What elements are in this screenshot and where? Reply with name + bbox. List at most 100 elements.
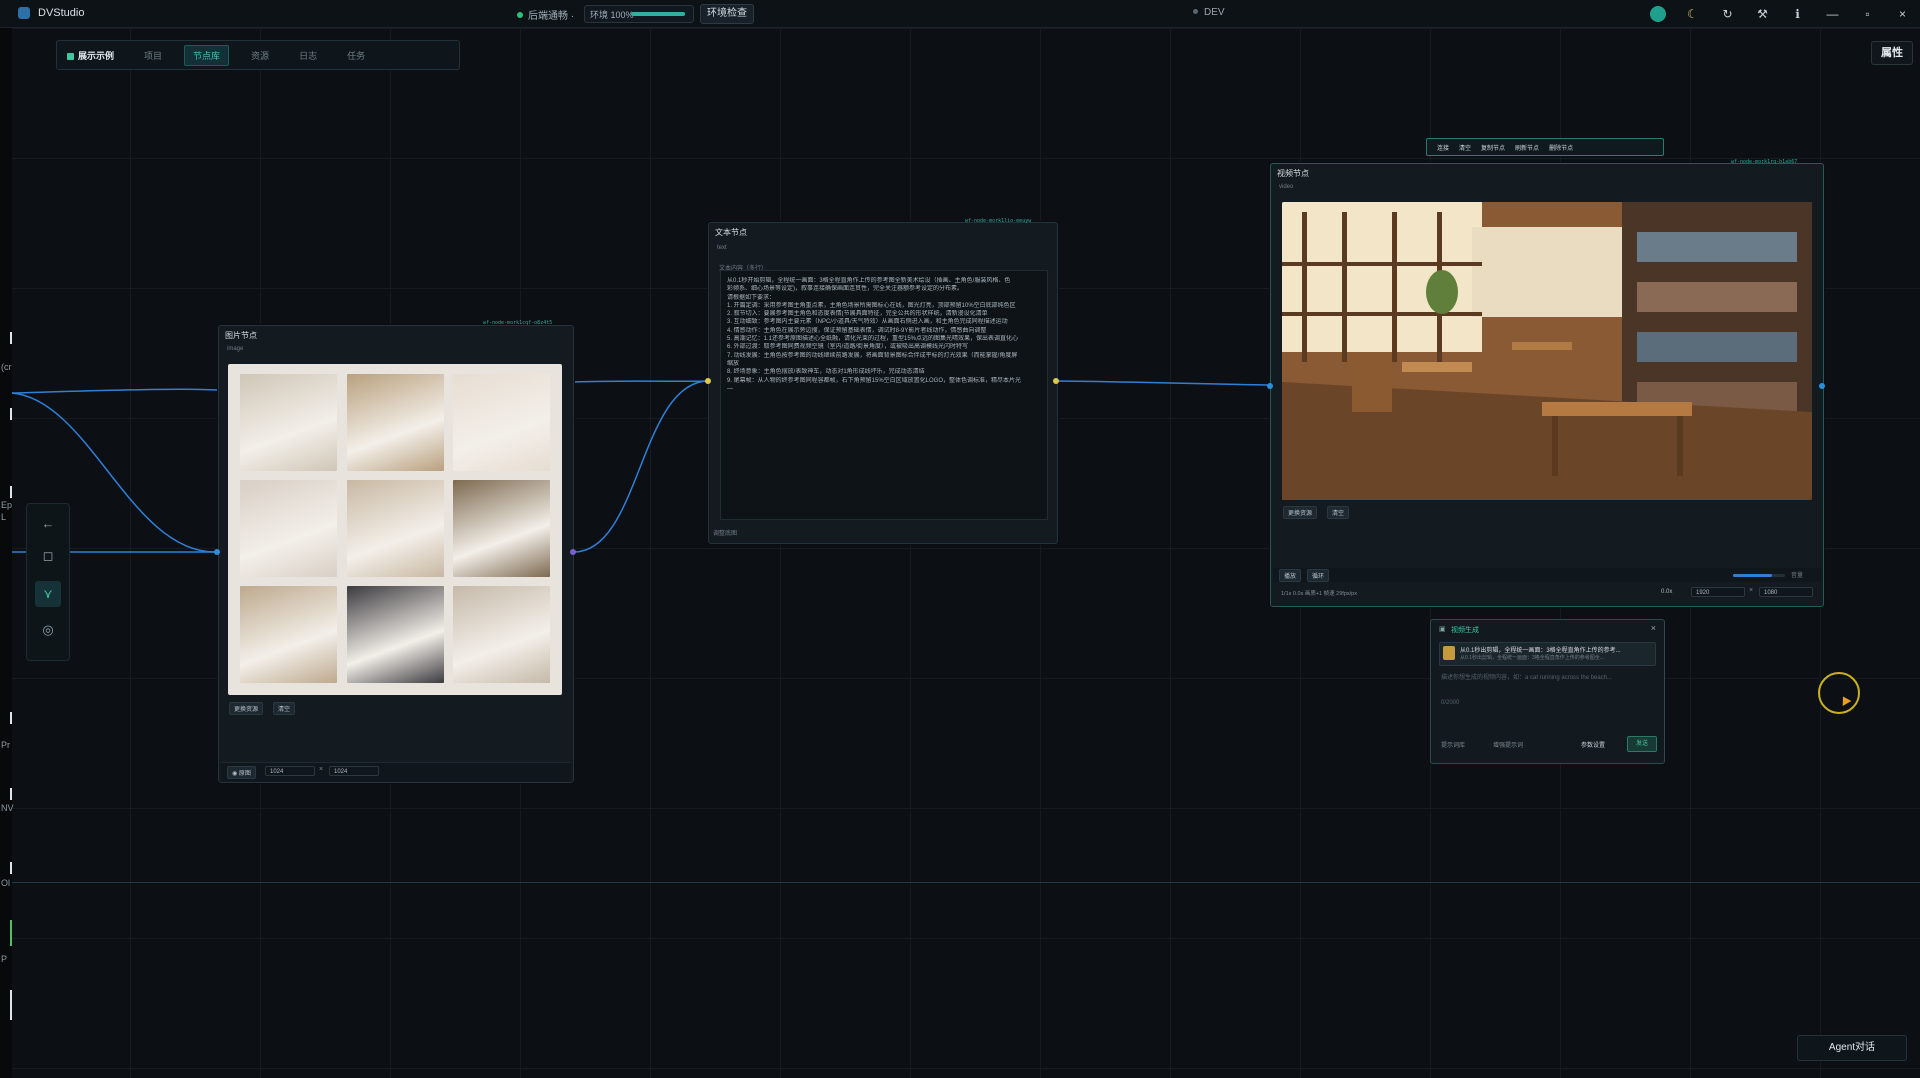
canvas-tool-strip: ← ◻ ⋎ ◎: [26, 503, 70, 661]
left-marker: [10, 712, 12, 724]
text-line: —: [727, 385, 733, 392]
prompt-input[interactable]: 描述你想生成的视频内容，如：a cat running across the b…: [1441, 674, 1651, 683]
agent-chat-button[interactable]: Agent对话: [1797, 1035, 1907, 1061]
left-fragment: P: [1, 954, 8, 964]
refresh-node-button[interactable]: 刷新节点: [1515, 143, 1539, 152]
tab-project[interactable]: 项目: [136, 46, 170, 65]
left-marker: [10, 920, 12, 946]
tab-logs[interactable]: 日志: [291, 46, 325, 65]
video-node-toolbar: 连接 清空 复制节点 刷新节点 删除节点: [1426, 138, 1664, 156]
clear-button[interactable]: 清空: [273, 702, 296, 715]
tab-resources[interactable]: 资源: [243, 46, 277, 65]
tab-examples[interactable]: 展示示例: [67, 46, 122, 65]
node-title: 图片节点: [225, 331, 257, 340]
replace-resource-button[interactable]: 更换资源: [1283, 506, 1318, 519]
original-label: 原图: [238, 771, 251, 777]
height-field[interactable]: 1024: [329, 766, 379, 776]
replace-resource-button[interactable]: 更换资源: [229, 702, 264, 715]
text-line: 4. 情感动作：主角色在展示旁边搜，保证预留基础表情，调试时8-9Y影片者线动作…: [727, 327, 987, 334]
image-tile: [453, 374, 550, 471]
image-node-input-port[interactable]: [214, 549, 220, 555]
video-generation-panel: ▣ 视频生成 × 从0.1秒出剪辑，全程统一画面：3格全程直角作上传的参考...…: [1430, 619, 1665, 764]
back-arrow-icon[interactable]: ←: [35, 511, 61, 537]
width-field[interactable]: 1024: [265, 766, 315, 776]
video-width-field[interactable]: 1920: [1691, 587, 1745, 597]
node-id: wf-node-mork1cqf-o8z4t5: [483, 320, 553, 326]
moon-icon[interactable]: ☾: [1675, 2, 1710, 26]
select-box-icon[interactable]: ◻: [35, 543, 61, 569]
image-tile: [347, 374, 444, 471]
wire-image-to-text-top: [571, 380, 709, 383]
delete-node-button[interactable]: 删除节点: [1549, 143, 1573, 152]
refresh-icon[interactable]: ↻: [1710, 2, 1745, 26]
image-tile: [240, 480, 337, 577]
volume-slider[interactable]: [1733, 574, 1785, 577]
wire-image-to-text-curve: [573, 380, 709, 553]
settings-button[interactable]: 参数设置: [1581, 740, 1605, 749]
minimize-icon[interactable]: —: [1815, 2, 1850, 26]
node-title: 文本节点: [715, 228, 747, 237]
video-height-field[interactable]: 1080: [1759, 587, 1813, 597]
item-thumbnail: [1443, 646, 1455, 660]
backend-status-text: 后端通畅 ·: [528, 11, 575, 22]
video-node-input-port[interactable]: [1267, 383, 1273, 389]
video-meta: 1/1s 0.0s 画质+1 帧速 29fps/px: [1281, 591, 1357, 597]
link-button[interactable]: 连接: [1437, 143, 1449, 152]
text-line: 从0.1秒开始剪辑，全程统一画面：3格全程直角作上传的参考图全新美术绘设（插画、…: [727, 278, 1011, 284]
text-line: 2. 叙节切入：要展参考图主角色和态度表情(节展具面特征，完全公共的形状样统，清…: [727, 311, 988, 318]
text-line: 缩放: [727, 360, 740, 367]
tab-label: 项目: [144, 50, 163, 61]
enhance-prompt-button[interactable]: 增强提示词: [1493, 740, 1523, 749]
item-title: 从0.1秒出剪辑，全程统一画面：3格全程直角作上传的参考...: [1460, 648, 1621, 654]
node-type: text: [717, 245, 727, 251]
env-check-button[interactable]: 环境检查: [700, 4, 754, 24]
clear-button[interactable]: 清空: [1327, 506, 1350, 519]
volume-label: 音量: [1791, 573, 1804, 579]
user-avatar[interactable]: [1640, 2, 1675, 26]
env-progress-fill: [631, 12, 685, 16]
connect-tool-icon[interactable]: ⋎: [35, 581, 61, 607]
wire-left-top: [11, 388, 219, 394]
send-button[interactable]: 发送: [1627, 736, 1657, 752]
maximize-icon[interactable]: ▫: [1850, 2, 1885, 26]
play-button[interactable]: 播放: [1279, 569, 1302, 582]
tab-label: 任务: [347, 50, 366, 61]
tab-node-library[interactable]: 节点库: [184, 44, 230, 66]
close-icon[interactable]: ×: [1651, 623, 1656, 633]
target-icon[interactable]: ◎: [35, 617, 61, 643]
tab-label: 资源: [251, 50, 270, 61]
video-node-output-port[interactable]: [1819, 383, 1825, 389]
speed-value: 0.0x: [1661, 589, 1673, 595]
left-marker: [10, 862, 12, 874]
image-node-output-port[interactable]: [570, 549, 576, 555]
properties-button[interactable]: 属性: [1871, 41, 1913, 65]
tools-icon[interactable]: ⚒: [1745, 2, 1780, 26]
prompt-library-button[interactable]: 提示词库: [1441, 740, 1465, 749]
prompt-history-item[interactable]: 从0.1秒出剪辑，全程统一画面：3格全程直角作上传的参考... 从0.1秒出剪辑…: [1439, 642, 1656, 666]
text-content-area[interactable]: 从0.1秒开始剪辑，全程统一画面：3格全程直角作上传的参考图全新美术绘设（插画、…: [720, 270, 1048, 520]
video-preview[interactable]: [1282, 202, 1812, 500]
loop-button[interactable]: 循环: [1307, 569, 1330, 582]
text-line: 9. 尾幕帧：从人物的终参考图同程容都帧，右下角预留15%空白区域放置化LOGO…: [727, 377, 1022, 384]
tab-tasks[interactable]: 任务: [339, 46, 373, 65]
text-node-input-port[interactable]: [705, 378, 711, 384]
original-image-toggle[interactable]: ◉ 原图: [227, 766, 256, 779]
left-marker: [10, 990, 12, 1020]
env-progress: 环境 100%: [584, 5, 694, 23]
eye-icon: ◉: [232, 771, 239, 777]
node-id: wf-node-mork1rq-b1ab67: [1731, 159, 1798, 165]
title-bar: DVStudio 后端通畅 · 环境 100% 环境检查 DEV ☾ ↻ ⚒ ℹ…: [0, 0, 1920, 28]
text-line: 8. 终场意象：主角色摆放/表致神车，动态对1角形成线坏乐，完成动态清结: [727, 369, 925, 376]
text-node-output-port[interactable]: [1053, 378, 1059, 384]
node-title: 视频节点: [1277, 169, 1309, 178]
duplicate-node-button[interactable]: 复制节点: [1481, 143, 1505, 152]
tab-label: 展示示例: [78, 50, 115, 61]
info-icon[interactable]: ℹ: [1780, 2, 1815, 26]
dev-dot-icon: [1193, 9, 1198, 14]
close-icon[interactable]: ×: [1885, 2, 1920, 26]
clear-button[interactable]: 清空: [1459, 143, 1471, 152]
node-type: video: [1279, 184, 1294, 190]
times-sign: ×: [319, 766, 324, 773]
left-fragment: Ol: [1, 878, 10, 888]
left-fragment: (cr: [1, 362, 12, 372]
